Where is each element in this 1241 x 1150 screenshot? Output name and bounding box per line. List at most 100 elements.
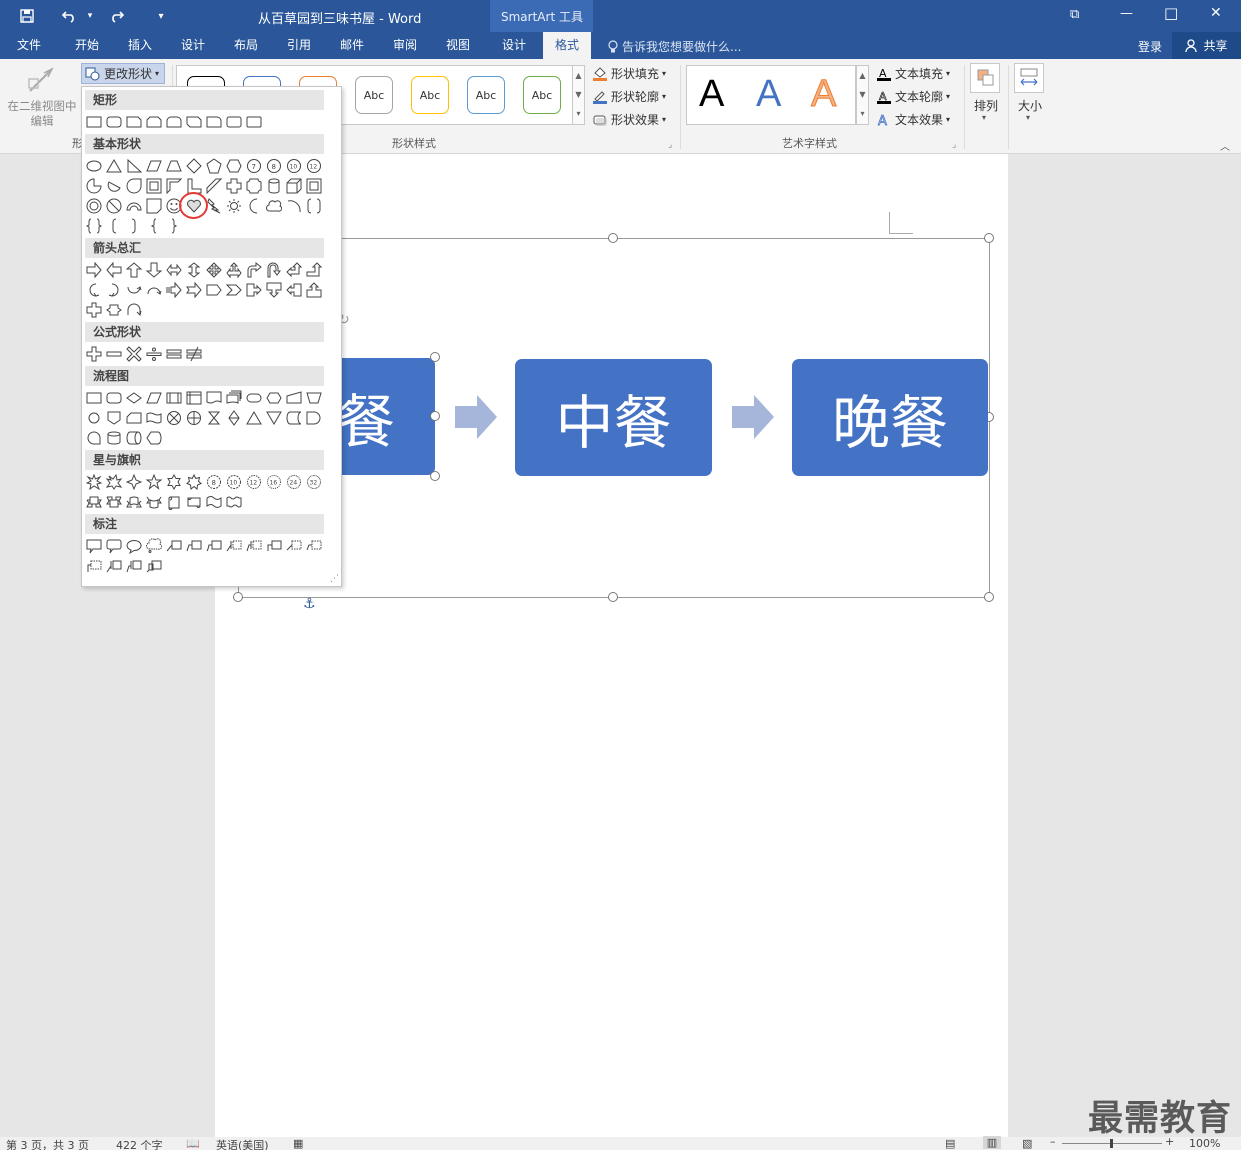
language[interactable]: 英语(美国) xyxy=(216,1137,269,1150)
shape-summing-junction[interactable] xyxy=(165,409,183,427)
shape-curved-up-arrow[interactable] xyxy=(125,281,143,299)
collapse-ribbon-icon[interactable]: ︿ xyxy=(1220,138,1230,153)
shape-diamond[interactable] xyxy=(185,157,203,175)
shape-cloud-callout[interactable] xyxy=(145,537,163,555)
edit-2d-button[interactable]: 在二维视图中 编辑 xyxy=(6,99,78,129)
shape-snip-same[interactable] xyxy=(145,113,163,131)
shape-decagon[interactable]: 10 xyxy=(285,157,303,175)
shape-line-callout-accent-1[interactable] xyxy=(225,537,243,555)
tab-layout[interactable]: 布局 xyxy=(227,32,265,59)
arrange-icon[interactable] xyxy=(970,63,1000,93)
shape-moon[interactable] xyxy=(245,197,263,215)
shape-multidocument[interactable] xyxy=(225,389,243,407)
shape-double-bracket[interactable] xyxy=(305,197,323,215)
shape-plaque-2[interactable] xyxy=(245,177,263,195)
resize-handle-tr[interactable] xyxy=(984,233,994,243)
shape-explosion-1[interactable] xyxy=(85,473,103,491)
size-dropdown-icon[interactable]: ▾ xyxy=(1026,113,1030,122)
tab-insert[interactable]: 插入 xyxy=(121,32,159,59)
shape-divide[interactable] xyxy=(145,345,163,363)
shape-line-callout-border-3[interactable] xyxy=(305,537,323,555)
tab-format[interactable]: 格式 xyxy=(543,32,591,59)
shape-up-arrow[interactable] xyxy=(125,261,143,279)
shape-not-equal[interactable] xyxy=(185,345,203,363)
shape-folded-corner[interactable] xyxy=(145,197,163,215)
shape-rectangular-callout[interactable] xyxy=(85,537,103,555)
shape-delay[interactable] xyxy=(305,409,323,427)
shape-frame[interactable] xyxy=(145,177,163,195)
change-shape-button[interactable]: 更改形状 ▾ xyxy=(81,63,165,84)
shape-u-turn-arrow[interactable] xyxy=(265,261,283,279)
shape-plaque[interactable] xyxy=(245,113,263,131)
shape-line-callout-3[interactable] xyxy=(205,537,223,555)
proofing-icon[interactable]: 📖 xyxy=(186,1137,200,1150)
shape-cross[interactable] xyxy=(225,177,243,195)
shape-trapezoid[interactable] xyxy=(165,157,183,175)
shape-diagonal-stripe[interactable] xyxy=(205,177,223,195)
shape-right-brace[interactable] xyxy=(165,217,183,235)
shape-line-callout-accent-2[interactable] xyxy=(245,537,263,555)
shape-plus[interactable] xyxy=(85,345,103,363)
shape-pentagon-arrow[interactable] xyxy=(205,281,223,299)
shape-oval-callout[interactable] xyxy=(125,537,143,555)
shape-predefined-process[interactable] xyxy=(165,389,183,407)
shape-wave[interactable] xyxy=(205,493,223,511)
redo-icon[interactable] xyxy=(106,5,128,27)
shape-cube[interactable] xyxy=(285,177,303,195)
shape-curved-left-arrow[interactable] xyxy=(105,281,123,299)
shape-10-point-star[interactable]: 10 xyxy=(225,473,243,491)
shape-octagon[interactable]: 8 xyxy=(265,157,283,175)
wordart-scroll[interactable]: ▲ ▼ ▾ xyxy=(856,65,869,125)
style-swatch-gray[interactable]: Abc xyxy=(355,76,393,114)
shape-manual-operation[interactable] xyxy=(305,389,323,407)
shape-left-bracket[interactable] xyxy=(105,217,123,235)
shape-block-arc[interactable] xyxy=(125,197,143,215)
arrange-button[interactable]: 排列 xyxy=(974,97,998,114)
shape-round-diagonal[interactable] xyxy=(225,113,243,131)
shape-down-arrow-callout[interactable] xyxy=(265,281,283,299)
shape-sun[interactable] xyxy=(225,197,243,215)
wordart-black[interactable]: A xyxy=(699,73,724,116)
shape-curved-down-ribbon[interactable] xyxy=(145,493,163,511)
tab-view[interactable]: 视图 xyxy=(439,32,477,59)
macro-icon[interactable]: ▦ xyxy=(293,1137,303,1150)
shape-merge[interactable] xyxy=(265,409,283,427)
shape-collate[interactable] xyxy=(205,409,223,427)
zoom-in-button[interactable]: + xyxy=(1165,1135,1174,1148)
shape-magnetic-disk[interactable] xyxy=(105,429,123,447)
tab-home[interactable]: 开始 xyxy=(68,32,106,59)
shape-line-callout-2[interactable] xyxy=(185,537,203,555)
shape-up-down-arrow[interactable] xyxy=(185,261,203,279)
resize-handle-br[interactable] xyxy=(984,592,994,602)
shape-heart-highlighted[interactable] xyxy=(179,192,208,219)
shape-preparation[interactable] xyxy=(265,389,283,407)
save-icon[interactable] xyxy=(16,5,38,27)
minimize-button[interactable]: — xyxy=(1120,6,1133,21)
shape-extract[interactable] xyxy=(245,409,263,427)
word-count[interactable]: 422 个字 xyxy=(116,1137,163,1150)
text-effects-button[interactable]: A 文本效果 ▾ xyxy=(876,111,950,128)
tab-file[interactable]: 文件 xyxy=(10,32,48,59)
shape-decision[interactable] xyxy=(125,389,143,407)
shape-pie[interactable] xyxy=(85,177,103,195)
shape-effects-button[interactable]: 形状效果 ▾ xyxy=(592,111,666,128)
shape-curved-right-arrow[interactable] xyxy=(85,281,103,299)
shape-connector[interactable] xyxy=(85,409,103,427)
shape-hexagon[interactable] xyxy=(225,157,243,175)
box-handle-mr[interactable] xyxy=(430,411,440,421)
shape-triangle[interactable] xyxy=(105,157,123,175)
diagram-box-lunch[interactable]: 中餐 xyxy=(515,359,712,476)
shape-callout-accent-bar-3[interactable] xyxy=(145,557,163,575)
shape-pentagon[interactable] xyxy=(205,157,223,175)
shape-bevel[interactable] xyxy=(305,177,323,195)
shape-up-ribbon[interactable] xyxy=(85,493,103,511)
shape-document[interactable] xyxy=(205,389,223,407)
shape-vertical-scroll[interactable] xyxy=(165,493,183,511)
tab-references[interactable]: 引用 xyxy=(280,32,318,59)
wordart-launcher-icon[interactable]: ⌟ xyxy=(952,140,956,150)
shape-horizontal-scroll[interactable] xyxy=(185,493,203,511)
gallery-scroll[interactable]: ▲ ▼ ▾ xyxy=(572,65,585,125)
resize-handle-tm[interactable] xyxy=(608,233,618,243)
shape-left-brace[interactable] xyxy=(145,217,163,235)
shape-bent-up-arrow[interactable] xyxy=(305,261,323,279)
